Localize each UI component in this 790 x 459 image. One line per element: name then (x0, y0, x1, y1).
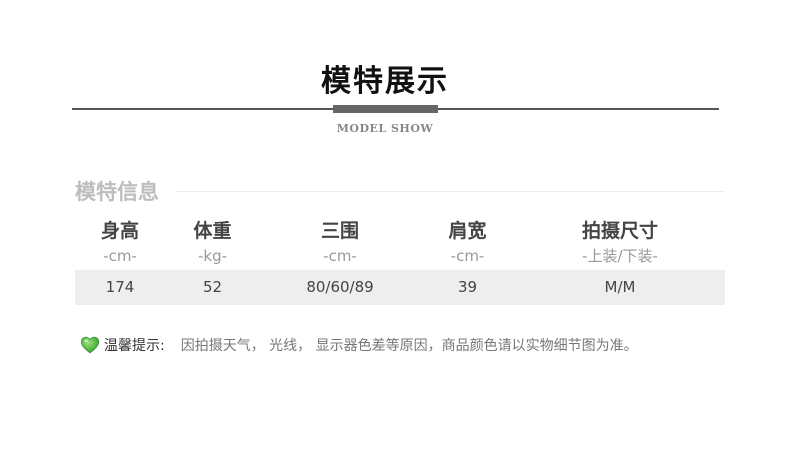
tip-text: 因拍摄天气， 光线， 显示器色差等原因，商品颜色请以实物细节图为准。 (180, 338, 638, 354)
header-size: 拍摄尺寸 (581, 220, 658, 242)
header-height: 身高 (100, 220, 139, 242)
table-value-row: 174 52 80/60/89 39 M/M (75, 270, 725, 305)
header-weight: 体重 (193, 220, 232, 242)
section-title: 模特展示 (321, 64, 449, 99)
unit-shoulder: -cm- (450, 247, 485, 265)
unit-measurements: -cm- (323, 247, 357, 265)
tip-label: 温馨提示: (104, 338, 165, 354)
table-header-row: 身高 体重 三围 肩宽 拍摄尺寸 (75, 216, 725, 246)
header-measurements: 三围 (320, 220, 359, 242)
model-info-divider (175, 191, 725, 192)
green-heart-icon (80, 336, 100, 354)
header-shoulder: 肩宽 (448, 220, 487, 242)
tip-line: 温馨提示: 因拍摄天气， 光线， 显示器色差等原因，商品颜色请以实物细节图为准。 (80, 335, 638, 355)
model-info-title: 模特信息 (75, 180, 159, 204)
section-subtitle: MODEL SHOW (336, 122, 434, 135)
value-height: 174 (105, 278, 135, 296)
model-info-table: 身高 体重 三围 肩宽 拍摄尺寸 -cm- -kg- -cm- -cm- -上装… (75, 216, 725, 305)
value-weight: 52 (202, 278, 223, 296)
table-unit-row: -cm- -kg- -cm- -cm- -上装/下装- (75, 246, 725, 270)
value-size: M/M (604, 278, 636, 296)
unit-size: -上装/下装- (582, 247, 658, 265)
title-accent-bar (333, 105, 438, 113)
unit-weight: -kg- (197, 247, 228, 265)
value-shoulder: 39 (457, 278, 478, 296)
value-measurements: 80/60/89 (306, 278, 374, 296)
unit-height: -cm- (103, 247, 137, 265)
